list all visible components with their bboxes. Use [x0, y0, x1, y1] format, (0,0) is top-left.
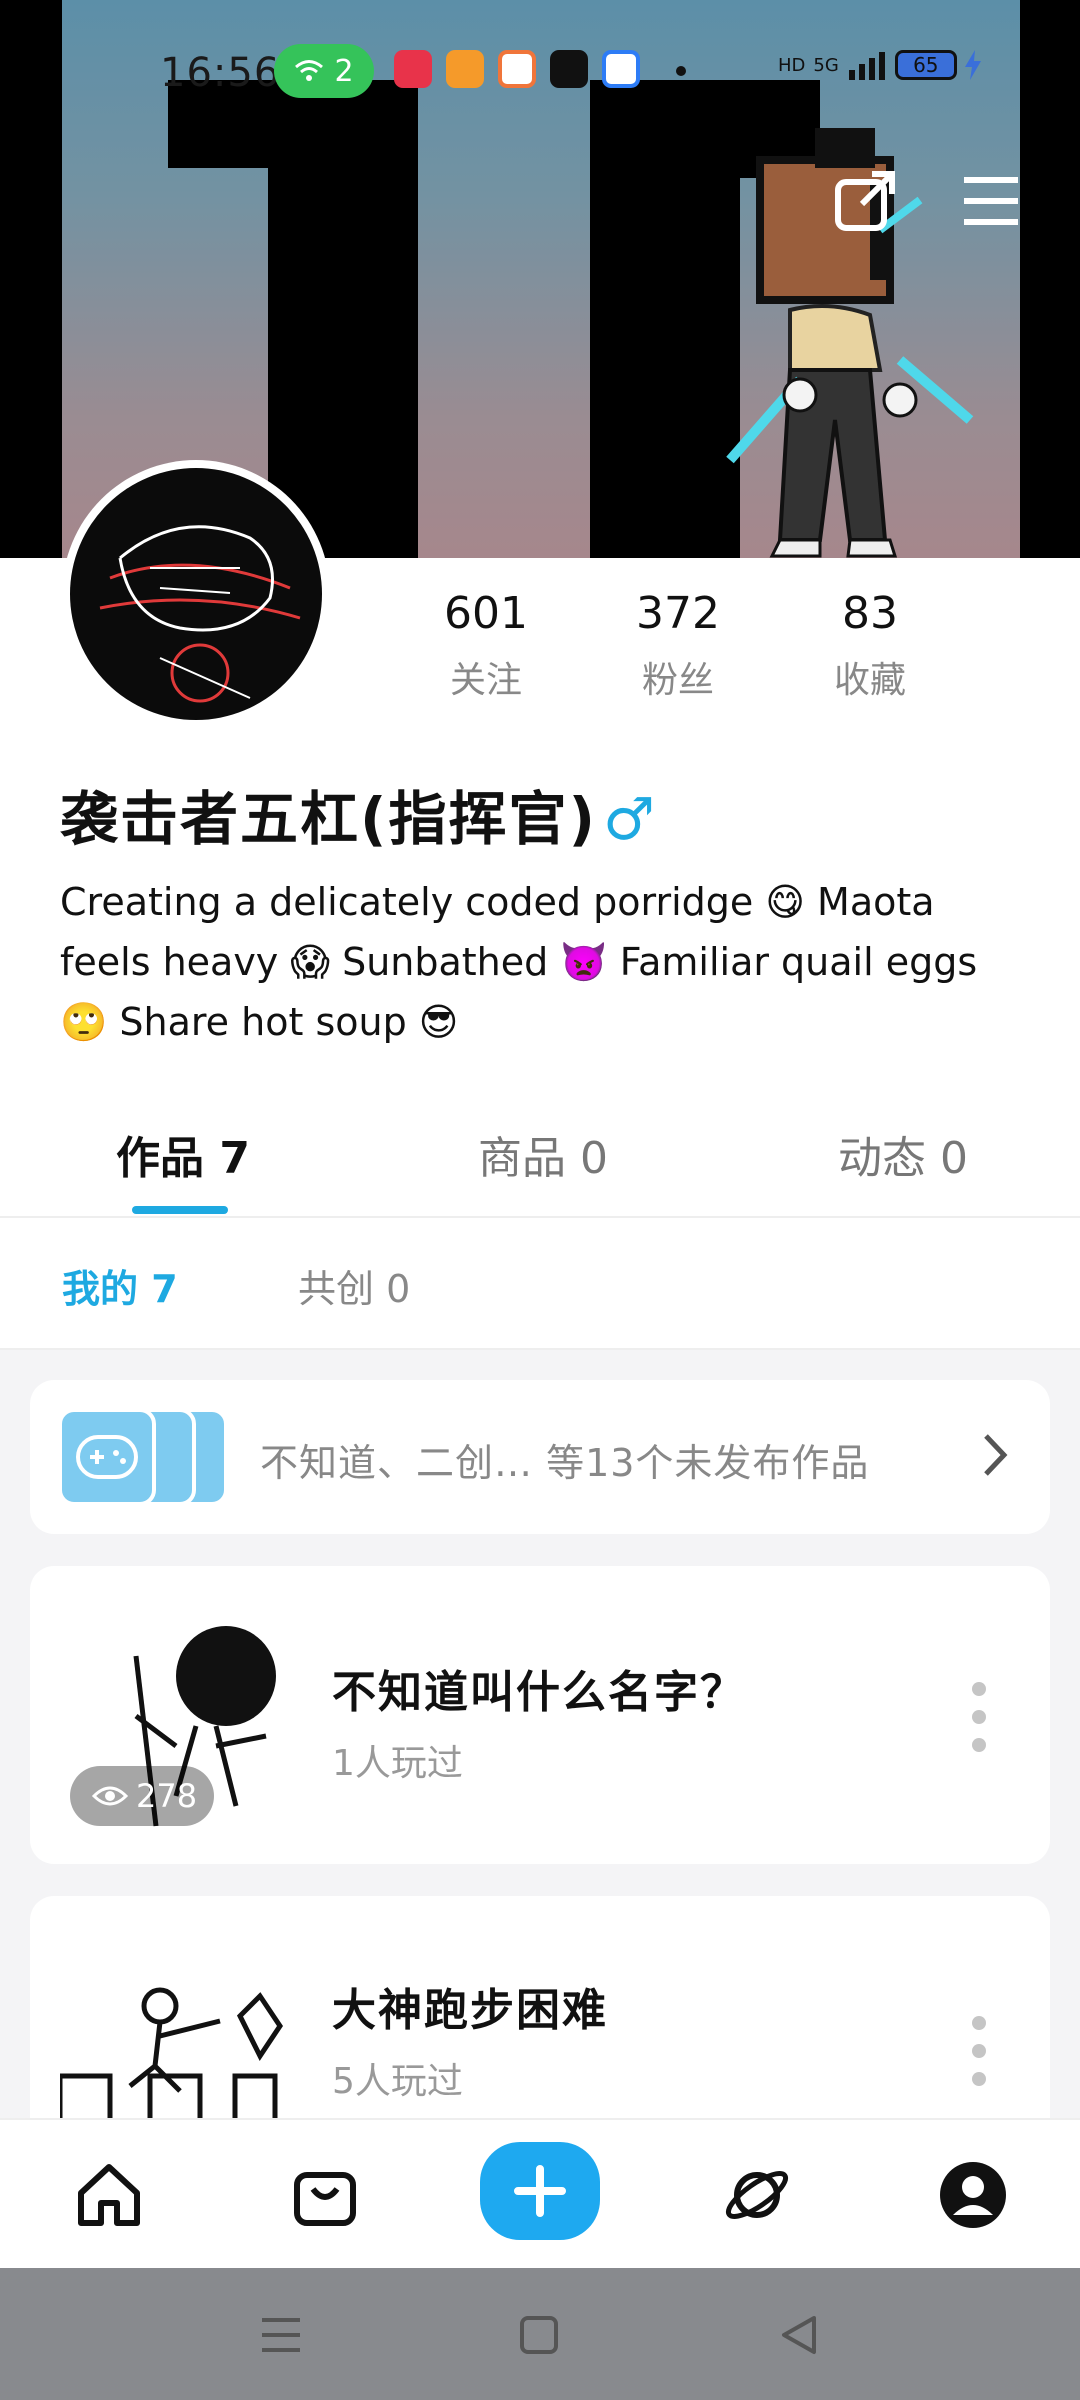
tiktok-notification-icon [550, 50, 588, 88]
bag-icon [294, 2172, 356, 2226]
avatar-illustration [99, 525, 301, 703]
stat-followers[interactable]: 372 粉丝 [598, 588, 758, 703]
home-icon [78, 2164, 140, 2226]
bottom-navigation [0, 2118, 1080, 2268]
subtab-mine[interactable]: 我的 7 [62, 1258, 178, 1313]
app-notification-icon [498, 50, 536, 88]
status-right: HD 5G 65 [778, 50, 981, 80]
view-count: 278 [136, 1777, 198, 1815]
system-navigation-bar [0, 2268, 1080, 2400]
sub-tabs: 我的 7 共创 0 [0, 1218, 1080, 1350]
charging-icon [964, 50, 981, 80]
stat-value: 601 [444, 588, 528, 639]
nav-profile[interactable] [928, 2150, 1018, 2240]
back-icon[interactable] [774, 2310, 824, 2360]
app-notification-icon [602, 50, 640, 88]
nav-explore[interactable] [712, 2150, 802, 2240]
draft-stack [58, 1408, 228, 1506]
nickname: 袭击者五杠(指挥官) ♂ [60, 772, 657, 856]
add-icon [514, 2165, 566, 2217]
signal-icon [848, 52, 885, 80]
status-bar: 16:56 2 HD 5G 65 [0, 40, 1080, 104]
wifi-icon [295, 60, 324, 81]
menu-icon[interactable] [958, 168, 1024, 234]
work-title: 不知道叫什么名字？ [332, 1667, 746, 1718]
gamepad-icon [76, 1435, 138, 1479]
nav-home[interactable] [64, 2150, 154, 2240]
gender-male-icon: ♂ [603, 785, 658, 853]
unpublished-drafts-card[interactable]: 不知道、二创… 等13个未发布作品 [30, 1380, 1050, 1534]
profile-icon [940, 2162, 1006, 2228]
more-notifications-dot [676, 66, 686, 76]
home-button-icon[interactable] [514, 2310, 564, 2360]
work-players: 5人玩过 [332, 2061, 463, 2102]
work-title: 大神跑步困难 [332, 1985, 608, 2036]
active-tab-indicator [132, 1206, 228, 1214]
network-label: 5G [813, 54, 839, 76]
avatar[interactable] [62, 460, 330, 728]
nav-shop[interactable] [280, 2150, 370, 2240]
status-time: 16:56 [160, 50, 281, 96]
chevron-right-icon [984, 1434, 1008, 1476]
battery-indicator: 65 [894, 50, 957, 80]
stat-label: 关注 [449, 660, 522, 701]
work-card[interactable]: 278 不知道叫什么名字？ 1人玩过 [30, 1566, 1050, 1864]
planet-icon [725, 2171, 789, 2219]
app-notification-icon [446, 50, 484, 88]
subtab-cocreate[interactable]: 共创 0 [298, 1258, 410, 1313]
work-players: 1人玩过 [332, 1743, 463, 1784]
tab-activity[interactable]: 动态 0 [838, 1122, 968, 1186]
stat-value: 372 [636, 588, 720, 639]
stat-label: 收藏 [833, 660, 906, 701]
stat-label: 粉丝 [641, 660, 714, 701]
stat-favorites[interactable]: 83 收藏 [790, 588, 950, 703]
content-tabs: 作品 7 商品 0 动态 0 [0, 1092, 1080, 1218]
view-count-badge: 278 [70, 1766, 214, 1826]
work-card[interactable]: 大神跑步困难 5人玩过 [30, 1896, 1050, 2149]
eye-icon [92, 1786, 128, 1806]
stat-value: 83 [842, 588, 898, 639]
tab-works[interactable]: 作品 7 [116, 1122, 250, 1186]
more-options-icon[interactable] [972, 2016, 988, 2086]
recent-apps-icon[interactable] [256, 2310, 306, 2360]
tab-products[interactable]: 商品 0 [478, 1122, 608, 1186]
hd-label: HD [778, 54, 806, 76]
share-icon[interactable] [832, 168, 898, 234]
profile-bio: Creating a delicately coded porridge 😋 M… [60, 880, 978, 1044]
app-notification-icon [394, 50, 432, 88]
nickname-text: 袭击者五杠(指挥官) [60, 785, 598, 853]
drafts-summary: 不知道、二创… 等13个未发布作品 [260, 1441, 870, 1485]
hotspot-badge: 2 [274, 44, 374, 98]
create-button[interactable] [480, 2142, 600, 2240]
hotspot-count: 2 [334, 53, 354, 89]
more-options-icon[interactable] [972, 1682, 988, 1752]
stat-following[interactable]: 601 关注 [406, 588, 566, 703]
